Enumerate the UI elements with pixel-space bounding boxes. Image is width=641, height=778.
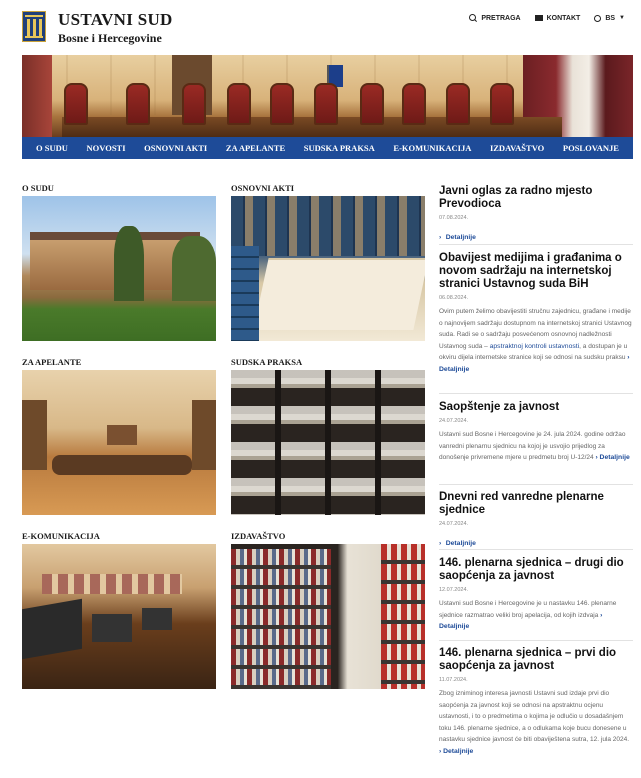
nav-item-novosti[interactable]: NOVOSTI [87, 143, 126, 153]
nav-item-e-komunikacija[interactable]: E-KOMUNIKACIJA [393, 143, 471, 153]
news-title[interactable]: Saopštenje za javnost [439, 401, 633, 414]
section-label-o-sudu[interactable]: O SUDU [22, 183, 54, 193]
language-label: BS [605, 14, 616, 22]
section-image-sudska-praksa[interactable] [231, 370, 425, 515]
news-more-link[interactable]: Detaljnije [600, 454, 630, 461]
court-logo-icon[interactable] [22, 11, 46, 42]
news-more-link[interactable]: Detaljnije [439, 366, 469, 373]
chevron-right-icon: › [600, 611, 603, 619]
news-more-link[interactable]: › Detaljnije [439, 226, 633, 244]
chevron-right-icon: › [439, 540, 442, 547]
chevron-right-icon: › [439, 747, 442, 755]
search-icon [469, 14, 477, 22]
section-image-osnovni-akti[interactable] [231, 196, 425, 341]
section-label-sudska-praksa[interactable]: SUDSKA PRAKSA [231, 357, 302, 367]
mail-icon [534, 15, 543, 21]
news-excerpt: Ovim putem želimo obavijestiti stručnu z… [439, 308, 632, 373]
news-excerpt: Zbog izniminog interesa javnosti Ustavni… [439, 690, 630, 755]
news-title[interactable]: 146. plenarna sjednica – prvi dio saopće… [439, 647, 633, 673]
abstract-control-link[interactable]: apstraktnoj kontroli ustavnosti [490, 343, 580, 350]
news-divider [439, 244, 633, 245]
site-header: USTAVNI SUD Bosne i Hercegovine PRETRAGA… [0, 0, 641, 55]
globe-icon [594, 14, 602, 22]
nav-item-sudska-praksa[interactable]: SUDSKA PRAKSA [304, 143, 375, 153]
news-excerpt: Ustavni sud Bosne i Hercegovine je 24. j… [439, 431, 630, 461]
contact-link[interactable]: KONTAKT [534, 14, 581, 22]
news-divider [439, 640, 633, 641]
news-item-6: 146. plenarna sjednica – prvi dio saopće… [439, 647, 633, 757]
news-title[interactable]: 146. plenarna sjednica – drugi dio saopć… [439, 557, 633, 583]
search-link[interactable]: PRETRAGA [469, 14, 521, 22]
nav-item-izdavastvo[interactable]: IZDAVAŠTVO [490, 143, 544, 153]
news-more-link[interactable]: Detaljnije [443, 748, 473, 755]
nav-item-osnovni-akti[interactable]: OSNOVNI AKTI [144, 143, 207, 153]
news-item-1: Javni oglas za radno mjesto Prevodioca 0… [439, 185, 633, 244]
main-navigation: O SUDU NOVOSTI OSNOVNI AKTI ZA APELANTE … [22, 137, 633, 159]
news-item-4: Dnevni red vanredne plenarne sjednice 24… [439, 491, 633, 550]
search-link-label: PRETRAGA [481, 14, 521, 22]
news-divider [439, 549, 633, 550]
chevron-right-icon: › [439, 234, 442, 241]
news-title[interactable]: Dnevni red vanredne plenarne sjednice [439, 491, 633, 517]
contact-link-label: KONTAKT [546, 14, 581, 22]
section-image-o-sudu[interactable] [22, 196, 216, 341]
nav-item-za-apelante[interactable]: ZA APELANTE [226, 143, 285, 153]
language-selector[interactable]: BS ▼ [594, 14, 625, 22]
section-image-izdavastvo[interactable] [231, 544, 425, 689]
section-label-osnovni-akti[interactable]: OSNOVNI AKTI [231, 183, 294, 193]
section-label-za-apelante[interactable]: ZA APELANTE [22, 357, 81, 367]
news-excerpt: Ustavni sud Bosne i Hercegovine je u nas… [439, 600, 617, 630]
news-divider [439, 484, 633, 485]
section-label-e-komunikacija[interactable]: E-KOMUNIKACIJA [22, 531, 100, 541]
news-item-2: Obavijest medijima i građanima o novom s… [439, 252, 633, 375]
hero-banner [22, 55, 633, 137]
caret-down-icon: ▼ [619, 15, 625, 21]
section-image-e-komunikacija[interactable] [22, 544, 216, 689]
news-date: 06.08.2024. [439, 295, 469, 301]
news-title[interactable]: Obavijest medijima i građanima o novom s… [439, 252, 633, 291]
news-item-5: 146. plenarna sjednica – drugi dio saopć… [439, 557, 633, 633]
top-links: PRETRAGA KONTAKT BS ▼ [469, 14, 625, 22]
news-item-3: Saopštenje za javnost 24.07.2024. Ustavn… [439, 401, 633, 464]
nav-item-o-sudu[interactable]: O SUDU [36, 143, 68, 153]
news-date: 11.07.2024. [439, 677, 468, 683]
news-title[interactable]: Javni oglas za radno mjesto Prevodioca [439, 185, 633, 211]
site-subtitle[interactable]: Bosne i Hercegovine [58, 31, 162, 46]
news-date: 24.07.2024. [439, 418, 469, 424]
chevron-right-icon: › [627, 354, 630, 361]
site-title[interactable]: USTAVNI SUD [58, 10, 173, 30]
news-date: 07.08.2024. [439, 215, 469, 221]
chevron-right-icon: › [595, 454, 598, 461]
news-date: 24.07.2024. [439, 521, 469, 527]
news-more-link[interactable]: Detaljnije [439, 623, 469, 630]
section-label-izdavastvo[interactable]: IZDAVAŠTVO [231, 531, 285, 541]
news-divider [439, 393, 633, 394]
section-image-za-apelante[interactable] [22, 370, 216, 515]
nav-item-poslovanje[interactable]: POSLOVANJE [563, 143, 619, 153]
news-more-link[interactable]: › Detaljnije [439, 532, 633, 550]
news-date: 12.07.2024. [439, 587, 469, 593]
